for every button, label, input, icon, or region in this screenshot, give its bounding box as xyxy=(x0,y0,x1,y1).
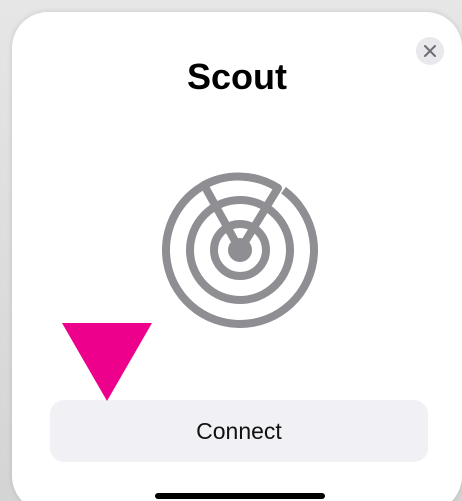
screen: Scout Connect xyxy=(0,0,462,501)
radar-icon xyxy=(162,172,318,328)
pointer-marker-triangle xyxy=(62,323,152,401)
scout-connect-sheet: Scout Connect xyxy=(12,12,462,501)
home-indicator xyxy=(155,493,325,499)
dialog-title: Scout xyxy=(186,56,287,97)
connect-button[interactable]: Connect xyxy=(50,400,428,462)
